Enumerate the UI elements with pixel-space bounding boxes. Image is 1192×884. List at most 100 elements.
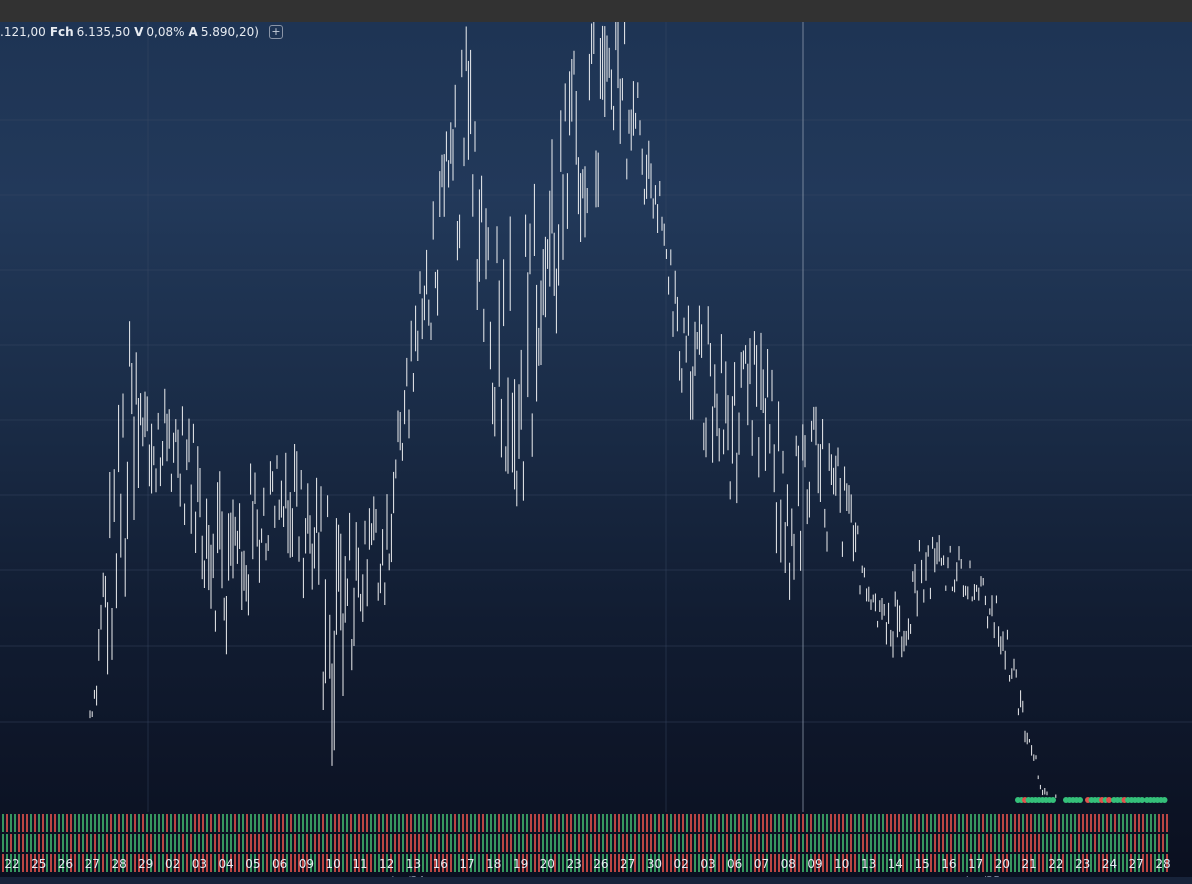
volume-bar [562,814,564,832]
volume-bar [166,814,168,832]
volume-bar [118,834,120,852]
volume-bar [1150,854,1152,872]
volume-bar [638,814,640,832]
volume-bar [1102,814,1104,832]
volume-bar [998,814,1000,832]
volume-bar [346,854,348,872]
volume-bar [694,854,696,872]
volume-bar [526,814,528,832]
volume-bar [154,854,156,872]
x-tick-label: 24 [1102,857,1117,871]
plus-icon[interactable]: + [268,25,283,39]
volume-bar [278,814,280,832]
volume-bar [958,814,960,832]
volume-bar [1026,814,1028,832]
volume-bar [662,854,664,872]
volume-bar [1050,834,1052,852]
volume-bar [378,834,380,852]
volume-bar [954,834,956,852]
volume-bar [94,814,96,832]
volume-bar [326,814,328,832]
volume-bar [230,834,232,852]
amplitude-value: 5.890,20) [200,25,259,39]
volume-bar [490,814,492,832]
volume-bar [954,814,956,832]
volume-bar [22,814,24,832]
volume-bar [570,834,572,852]
volume-bar [498,814,500,832]
volume-bar [1122,834,1124,852]
volume-bar [114,834,116,852]
volume-bar [502,854,504,872]
volume-bar [170,814,172,832]
volume-bar [446,814,448,832]
volume-bar [250,814,252,832]
volume-bar [178,834,180,852]
volume-bar [1106,834,1108,852]
volume-bar [194,814,196,832]
volume-bar [194,834,196,852]
volume-bar [206,834,208,852]
volume-bar [770,814,772,832]
volume-bar [502,834,504,852]
volume-bar [894,834,896,852]
volume-bar [1030,814,1032,832]
x-tick-label: 16 [941,857,956,871]
volume-bar [826,814,828,832]
volume-bar [238,834,240,852]
volume-bar [854,814,856,832]
volume-bar [802,834,804,852]
volume-bar [142,814,144,832]
volume-bar [1142,814,1144,832]
signal-marker [1050,797,1056,803]
volume-bar [970,834,972,852]
volume-bar [198,834,200,852]
volume-bar [890,834,892,852]
volume-bar [454,854,456,872]
volume-bar [598,814,600,832]
volume-bar [82,814,84,832]
volume-bar [322,854,324,872]
x-tick-label: 02 [165,857,180,871]
volume-bar [174,834,176,852]
x-tick-label: 21 [1022,857,1037,871]
volume-bar [822,814,824,832]
volume-bar [454,834,456,852]
volume-bar [1114,814,1116,832]
volume-bar [690,834,692,852]
volume-bar [354,834,356,852]
volume-bar [966,834,968,852]
x-axis-bar [0,877,1192,884]
volume-bar [30,834,32,852]
volume-bar [270,814,272,832]
volume-bar [202,834,204,852]
volume-bar [666,814,668,832]
volume-bar [590,854,592,872]
price-chart[interactable]: 22 25 26 27 28 29 02 03 04 05 06 09 10 11 12 13 16 17 18 19… [0,22,1192,884]
x-tick-label: 17 [968,857,983,871]
volume-bar [2,834,4,852]
volume-bar [630,814,632,832]
volume-bar [202,814,204,832]
volume-bar [814,834,816,852]
volume-bar [990,854,992,872]
volume-bar [246,834,248,852]
volume-bar [186,834,188,852]
volume-bar [154,834,156,852]
volume-bar [438,834,440,852]
volume-bar [1078,814,1080,832]
price-chart-panel[interactable]: 22 25 26 27 28 29 02 03 04 05 06 09 10 11 12 13 16 17 18 19… [0,22,1192,884]
volume-bar [242,834,244,852]
volume-bar [510,834,512,852]
volume-bar [750,854,752,872]
volume-bar [734,834,736,852]
volume-bar [374,854,376,872]
volume-bar [158,854,160,872]
volume-bar [534,834,536,852]
volume-bar [950,814,952,832]
volume-bar [38,814,40,832]
volume-bar [190,834,192,852]
volume-bar [934,854,936,872]
volume-bar [446,834,448,852]
volume-bar [1138,814,1140,832]
